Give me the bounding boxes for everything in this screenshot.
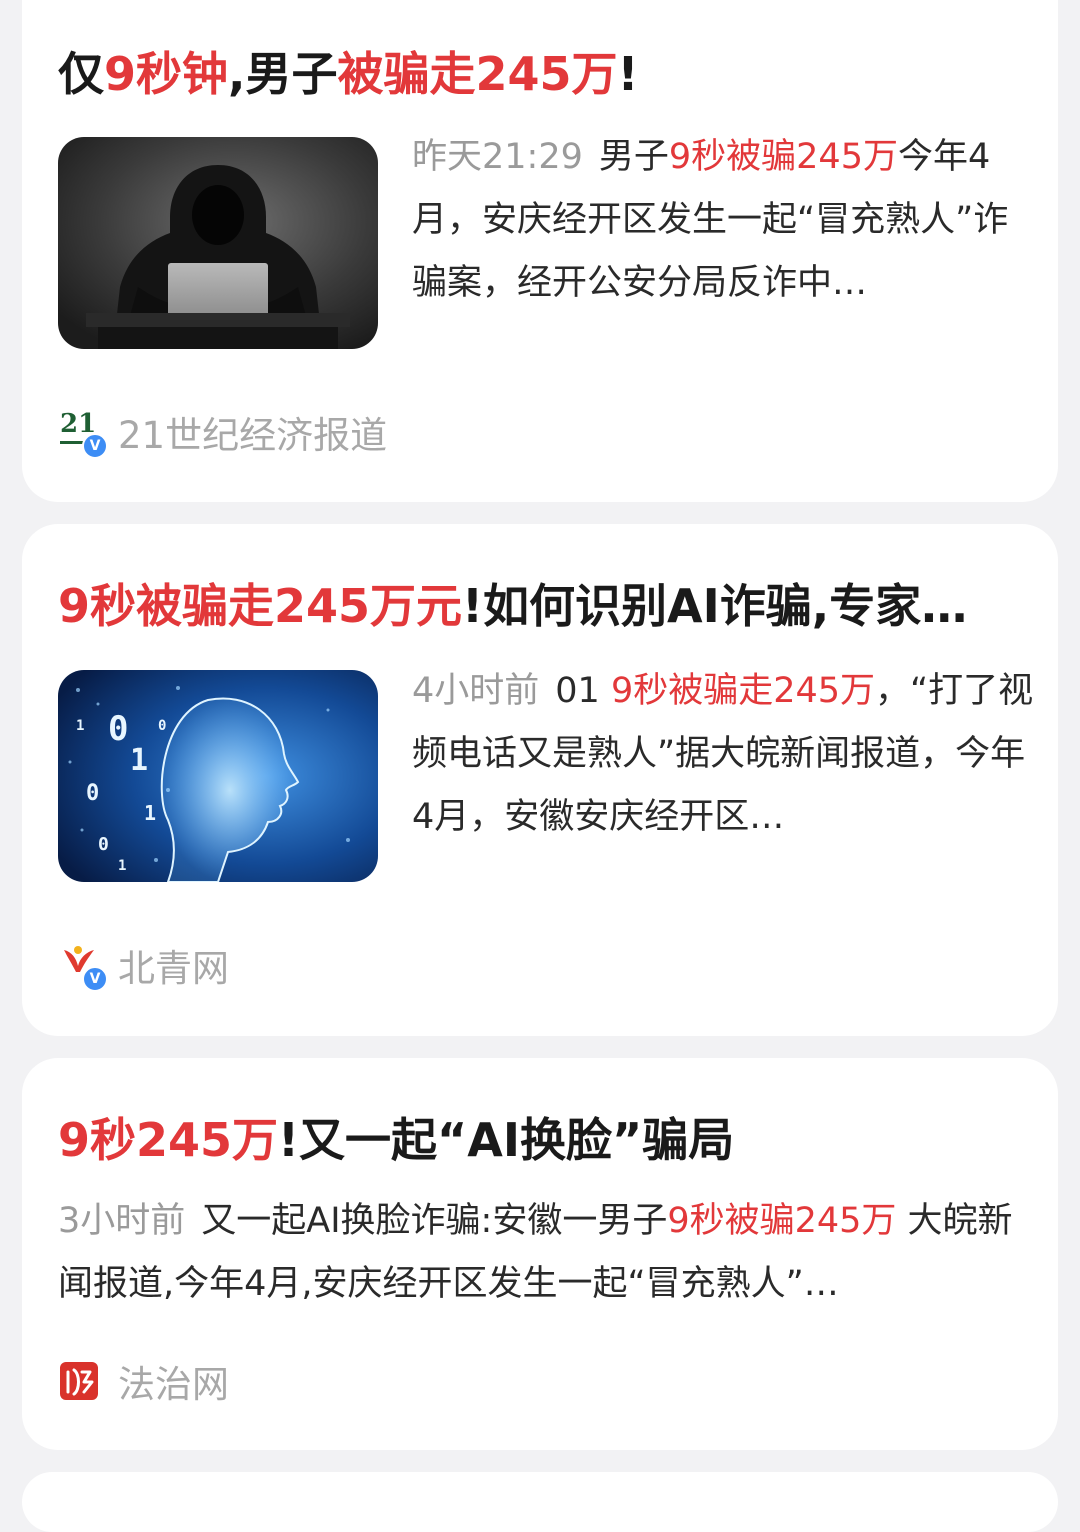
21jingji-logo-icon: 21 V [58,409,108,459]
source-row[interactable]: V 北青网 [58,940,229,992]
svg-text:0: 0 [158,718,166,734]
svg-text:1: 1 [144,801,156,825]
source-name: 21世纪经济报道 [118,414,388,457]
ai-head-thumbnail-image[interactable]: 0 1 0 1 0 1 0 1 [58,670,378,882]
news-card-3[interactable]: 9秒245万!又一起“AI换脸”骗局 3小时前 又一起AI换脸诈骗:安徽一男子9秒… [22,1058,1058,1450]
verified-badge-icon: V [82,433,108,459]
svg-text:0: 0 [108,709,128,749]
article-snippet[interactable]: 3小时前 又一起AI换脸诈骗:安徽一男子9秒被骗245万 大皖新闻报道,今年4月,… [58,1190,1018,1316]
source-name: 北青网 [118,947,229,990]
svg-text:1: 1 [76,718,84,734]
beiqing-logo-icon: V [58,942,108,992]
hooded-hacker-laptop-icon [58,137,378,349]
publish-time: 昨天21:29 [412,137,583,177]
news-card-2[interactable]: 9秒被骗走245万元!如何识别AI诈骗,专家… 0 1 0 1 0 1 0 1 … [22,524,1058,1036]
svg-text:1: 1 [118,858,126,874]
source-name: 法治网 [118,1363,229,1406]
article-snippet[interactable]: 4小时前 01 9秒被骗走245万，“打了视频电话又是熟人”据大皖新闻报道，今年4… [412,660,1037,849]
publish-time: 3小时前 [58,1201,186,1241]
hacker-thumbnail-image[interactable] [58,137,378,349]
source-row[interactable]: 21 V 21世纪经济报道 [58,407,388,459]
svg-text:0: 0 [86,781,99,806]
article-title[interactable]: 9秒被骗走245万元!如何识别AI诈骗,专家… [58,576,1018,636]
ai-digital-head-icon: 0 1 0 1 0 1 0 1 [58,670,378,882]
source-row[interactable]: 法治网 [58,1356,229,1406]
news-card-1[interactable]: 仅9秒钟,男子被骗走245万! 昨天21:29 男子9秒被骗245万今年4月，安… [22,0,1058,502]
fazhiwang-logo-icon [58,1358,104,1404]
svg-text:0: 0 [98,834,109,855]
verified-badge-icon: V [82,966,108,992]
publish-time: 4小时前 [412,671,540,711]
news-card-4[interactable] [22,1472,1058,1532]
article-title[interactable]: 仅9秒钟,男子被骗走245万! [58,44,1018,104]
article-title[interactable]: 9秒245万!又一起“AI换脸”骗局 [58,1110,1018,1170]
svg-text:1: 1 [130,743,148,778]
article-snippet[interactable]: 昨天21:29 男子9秒被骗245万今年4月，安庆经开区发生一起“冒充熟人”诈骗案… [412,126,1037,315]
